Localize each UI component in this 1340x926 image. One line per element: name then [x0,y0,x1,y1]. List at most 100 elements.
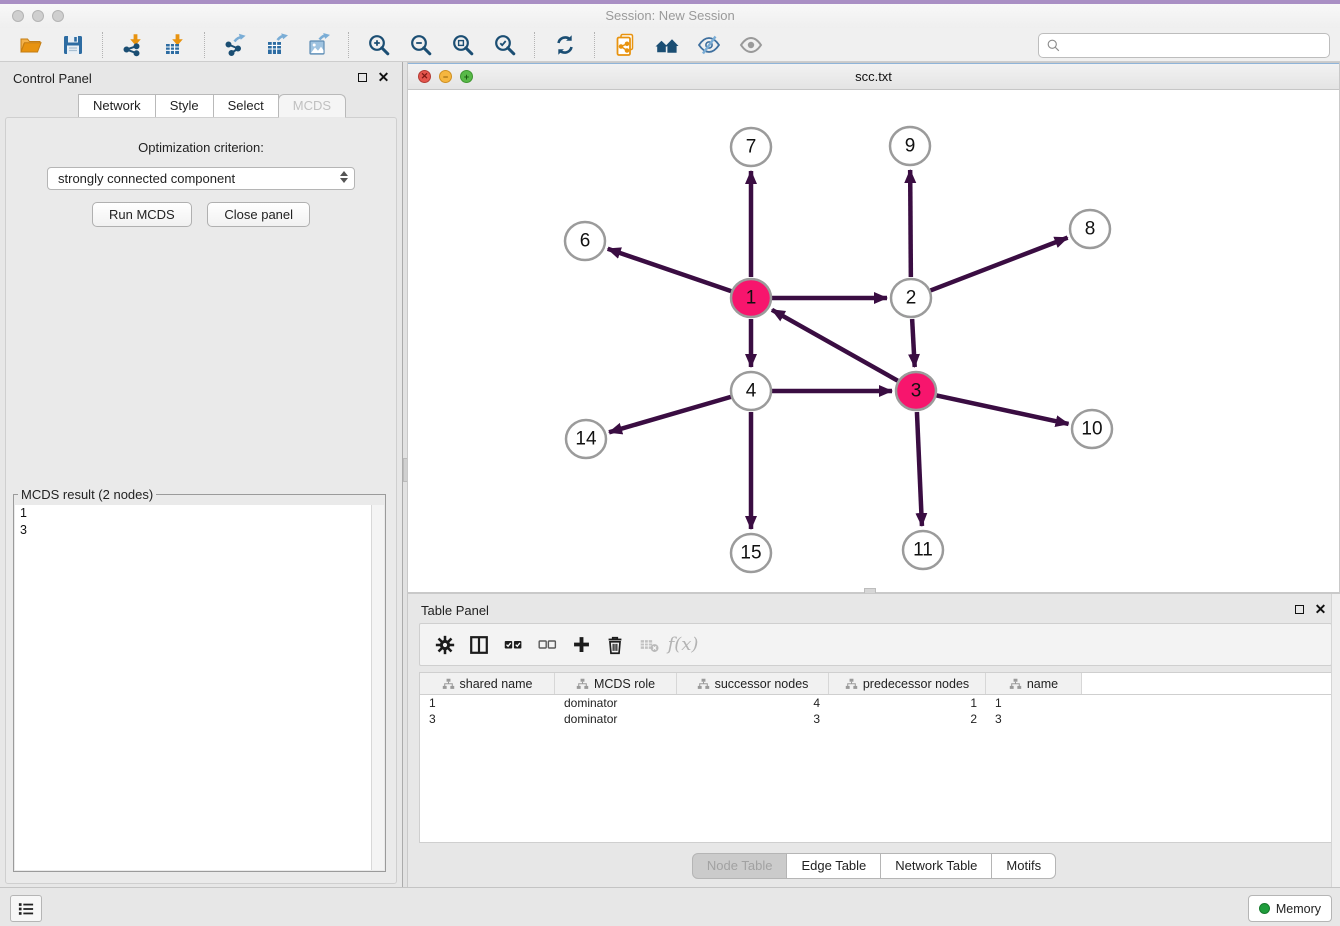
svg-text:1: 1 [746,288,757,309]
control-panel-title: Control Panel [13,71,92,86]
cell-predecessor-nodes[interactable]: 1 [829,695,986,711]
svg-text:6: 6 [580,231,591,252]
zoom-selected-icon[interactable] [490,30,520,60]
table-row[interactable]: 1dominator411 [420,695,1331,711]
cell-name[interactable]: 1 [986,695,1082,711]
edge-2-9[interactable] [910,170,911,277]
search-box[interactable] [1038,33,1330,58]
task-history-button[interactable] [10,895,42,922]
cell-shared-name[interactable]: 1 [420,695,555,711]
export-table-icon[interactable] [262,30,292,60]
network-title: scc.txt [408,69,1339,84]
cell-MCDS-role[interactable]: dominator [555,695,677,711]
table-row[interactable]: 3dominator323 [420,711,1331,727]
close-table-panel-icon[interactable]: ✕ [1314,603,1327,616]
tab-motifs[interactable]: Motifs [991,853,1056,879]
save-icon[interactable] [58,30,88,60]
cell-predecessor-nodes[interactable]: 2 [829,711,986,727]
mcds-panel: Optimization criterion: strongly connect… [5,117,397,884]
column-header-shared-name[interactable]: shared name [420,673,555,694]
edge-2-8[interactable] [931,238,1068,291]
zoom-fit-icon[interactable] [448,30,478,60]
close-panel-icon[interactable]: ✕ [377,71,390,84]
node-7[interactable]: 7 [731,128,771,166]
table-panel-title: Table Panel [421,603,489,618]
columns-icon[interactable] [462,628,496,662]
svg-text:10: 10 [1081,419,1102,440]
tab-node-table[interactable]: Node Table [692,853,788,879]
tab-edge-table[interactable]: Edge Table [786,853,881,879]
edge-4-14[interactable] [609,397,731,432]
gear-icon[interactable] [428,628,462,662]
import-table-icon[interactable] [160,30,190,60]
node-14[interactable]: 14 [566,420,606,458]
optimization-criterion-select[interactable]: strongly connected component [47,167,355,190]
edge-3-11[interactable] [917,412,922,526]
node-8[interactable]: 8 [1070,210,1110,248]
zoom-in-icon[interactable] [364,30,394,60]
add-icon[interactable] [564,628,598,662]
cell-shared-name[interactable]: 3 [420,711,555,727]
node-11[interactable]: 11 [903,531,943,569]
application-window: Session: New Session Control Panel ✕ Net… [0,0,1340,926]
select-all-icon[interactable] [496,628,530,662]
search-input[interactable] [1065,36,1329,55]
column-header-name[interactable]: name [986,673,1082,694]
node-2[interactable]: 2 [891,279,931,317]
tab-select[interactable]: Select [213,94,279,118]
first-neighbors-icon[interactable] [610,30,640,60]
node-10[interactable]: 10 [1072,410,1112,448]
column-header-successor-nodes[interactable]: successor nodes [677,673,829,694]
tab-network[interactable]: Network [78,94,156,118]
cell-MCDS-role[interactable]: dominator [555,711,677,727]
refresh-icon[interactable] [550,30,580,60]
trash-icon[interactable] [598,628,632,662]
float-panel-icon[interactable] [356,71,369,84]
deselect-all-icon[interactable] [530,628,564,662]
network-canvas[interactable]: 1 2 3 4 6 7 8 9 10 11 14 15 [408,89,1339,592]
float-table-panel-icon[interactable] [1293,603,1306,616]
mcds-result-title: MCDS result (2 nodes) [18,487,156,502]
tab-style[interactable]: Style [155,94,214,118]
svg-text:2: 2 [906,288,917,309]
list-icon [17,901,35,917]
table-tabs: Node TableEdge TableNetwork TableMotifs [408,853,1339,879]
import-network-icon[interactable] [118,30,148,60]
export-network-icon[interactable] [220,30,250,60]
edge-3-10[interactable] [937,395,1069,424]
tab-network-table[interactable]: Network Table [880,853,992,879]
cell-name[interactable]: 3 [986,711,1082,727]
titlebar: Session: New Session [0,4,1340,29]
node-9[interactable]: 9 [890,127,930,165]
column-header-predecessor-nodes[interactable]: predecessor nodes [829,673,986,694]
node-1[interactable]: 1 [731,279,771,317]
cell-successor-nodes[interactable]: 4 [677,695,829,711]
table-scrollbar[interactable] [1331,594,1340,888]
edge-3-1[interactable] [772,310,898,381]
tab-mcds[interactable]: MCDS [278,94,346,118]
edge-2-3[interactable] [912,319,915,367]
run-mcds-button[interactable]: Run MCDS [92,202,192,227]
table-panel: Table Panel ✕ f(x) shared nameMCDS roles… [407,593,1340,888]
network-window: ✕ − + scc.txt 1234678910111415 [407,62,1340,593]
open-file-icon[interactable] [16,30,46,60]
zoom-out-icon[interactable] [406,30,436,60]
toolbar-separator [534,32,536,58]
node-table: shared nameMCDS rolesuccessor nodesprede… [419,672,1332,843]
node-15[interactable]: 15 [731,534,771,572]
home-icon[interactable] [652,30,682,60]
close-panel-button[interactable]: Close panel [207,202,310,227]
node-3[interactable]: 3 [896,372,936,410]
hide-eye-icon[interactable] [694,30,724,60]
export-image-icon[interactable] [304,30,334,60]
result-scrollbar[interactable] [371,505,384,870]
edge-1-6[interactable] [608,249,731,291]
dropdown-value: strongly connected component [58,171,235,186]
memory-button[interactable]: Memory [1248,895,1332,922]
node-4[interactable]: 4 [731,372,771,410]
cell-successor-nodes[interactable]: 3 [677,711,829,727]
result-node-id: 1 [15,505,384,522]
svg-text:4: 4 [746,381,757,402]
column-header-MCDS-role[interactable]: MCDS role [555,673,677,694]
node-6[interactable]: 6 [565,222,605,260]
